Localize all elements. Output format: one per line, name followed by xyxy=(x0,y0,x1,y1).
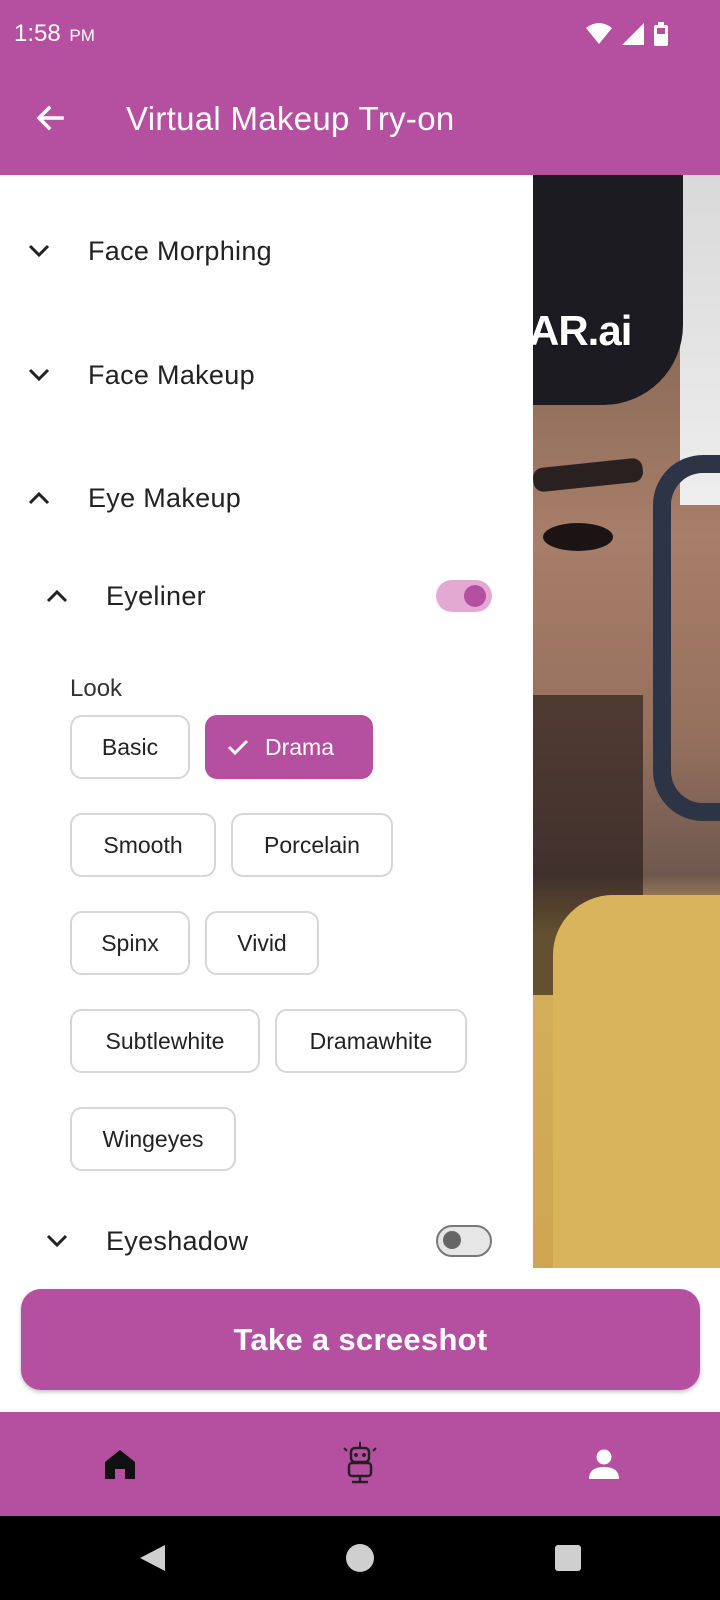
subsection-label: Eyeshadow xyxy=(106,1225,249,1256)
bottom-nav xyxy=(0,1412,720,1516)
makeup-settings-panel[interactable]: Face Morphing Face Makeup Eye Makeup Eye… xyxy=(0,175,533,1268)
chip-label: Spinx xyxy=(101,929,159,956)
wifi-icon xyxy=(586,23,612,50)
look-chip-vivid[interactable]: Vivid xyxy=(205,911,319,975)
chip-label: Dramawhite xyxy=(309,1027,433,1054)
section-label: Eye Makeup xyxy=(88,482,242,513)
system-home-button[interactable] xyxy=(340,1538,380,1578)
look-chip-smooth[interactable]: Smooth xyxy=(70,813,216,877)
chevron-down-icon xyxy=(26,362,52,388)
chip-label: Porcelain xyxy=(264,831,360,858)
section-label: Face Makeup xyxy=(88,359,255,390)
system-nav-bar xyxy=(0,1516,720,1600)
status-icons xyxy=(586,22,668,51)
look-chip-basic[interactable]: Basic xyxy=(70,715,190,779)
circle-home-icon xyxy=(346,1544,374,1572)
signal-icon xyxy=(622,23,644,50)
square-recents-icon xyxy=(555,1545,581,1571)
eyeliner-toggle[interactable] xyxy=(436,580,492,612)
look-label: Look xyxy=(70,675,123,702)
chevron-up-icon xyxy=(44,583,70,609)
chevron-down-icon xyxy=(44,1228,70,1254)
nav-home[interactable] xyxy=(94,1438,146,1490)
subsection-label: Eyeliner xyxy=(106,580,206,611)
chip-label: Vivid xyxy=(237,929,287,956)
chip-label: Drama xyxy=(265,733,335,760)
section-face-morphing[interactable]: Face Morphing xyxy=(0,221,533,281)
camera-hair xyxy=(533,175,683,405)
toggle-knob xyxy=(464,585,486,607)
subsection-eyeshadow[interactable]: Eyeshadow xyxy=(0,1211,533,1268)
chip-label: Wingeyes xyxy=(102,1125,204,1152)
system-recents-button[interactable] xyxy=(548,1538,588,1578)
chevron-down-icon xyxy=(26,238,52,264)
section-face-makeup[interactable]: Face Makeup xyxy=(0,345,533,405)
toggle-knob xyxy=(443,1231,461,1249)
status-ampm: PM xyxy=(69,26,95,45)
chip-label: Smooth xyxy=(103,831,183,858)
status-time: 1:58 PM xyxy=(14,20,95,48)
check-icon xyxy=(227,738,249,756)
arrow-left-icon xyxy=(36,105,64,131)
section-label: Face Morphing xyxy=(88,235,272,266)
eyeshadow-toggle[interactable] xyxy=(436,1225,492,1257)
triangle-back-icon xyxy=(140,1545,165,1571)
camera-headphone xyxy=(653,455,720,821)
status-bar: 1:58 PM xyxy=(0,0,720,72)
page-title: Virtual Makeup Try-on xyxy=(126,100,455,137)
chip-label: Subtlewhite xyxy=(105,1027,225,1054)
take-screenshot-button[interactable]: Take a screeshot xyxy=(21,1289,700,1390)
subsection-eyeliner[interactable]: Eyeliner xyxy=(0,566,533,626)
camera-shirt xyxy=(553,895,720,1268)
person-icon xyxy=(589,1449,619,1479)
look-chip-porcelain[interactable]: Porcelain xyxy=(231,813,393,877)
look-chip-wingeyes[interactable]: Wingeyes xyxy=(70,1107,236,1171)
look-chip-dramawhite[interactable]: Dramawhite xyxy=(275,1009,467,1073)
camera-preview: AR.ai xyxy=(533,175,720,1268)
camera-eye xyxy=(543,523,613,551)
app-bar: Virtual Makeup Try-on xyxy=(0,72,720,175)
back-button[interactable] xyxy=(28,96,72,140)
home-icon xyxy=(105,1450,135,1479)
look-chip-drama[interactable]: Drama xyxy=(205,715,373,779)
chip-label: Basic xyxy=(101,733,159,760)
look-chip-subtlewhite[interactable]: Subtlewhite xyxy=(70,1009,260,1073)
camera-watermark: AR.ai xyxy=(533,307,632,354)
section-eye-makeup[interactable]: Eye Makeup xyxy=(0,468,533,528)
look-chip-spinx[interactable]: Spinx xyxy=(70,911,190,975)
status-time-value: 1:58 xyxy=(14,20,61,47)
battery-icon xyxy=(654,22,668,51)
nav-robot[interactable] xyxy=(334,1438,386,1490)
robot-icon xyxy=(343,1442,377,1484)
nav-profile[interactable] xyxy=(578,1438,630,1490)
chevron-up-icon xyxy=(26,485,52,511)
system-back-button[interactable] xyxy=(132,1538,172,1578)
camera-eyebrow xyxy=(533,457,644,493)
